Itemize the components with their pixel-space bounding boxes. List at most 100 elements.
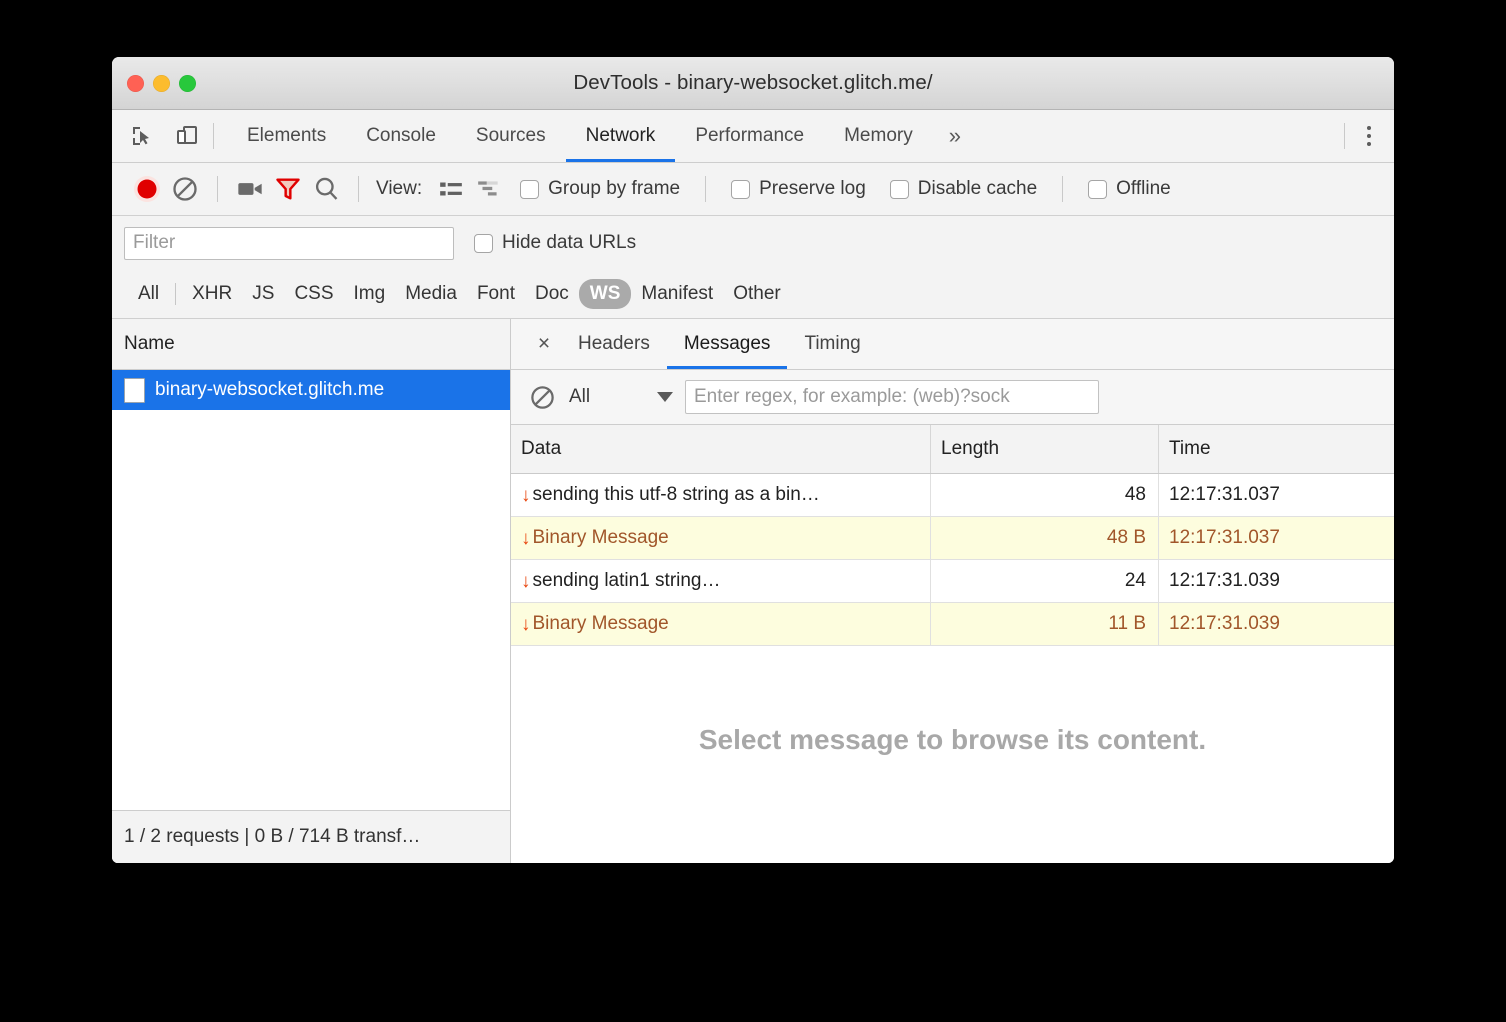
network-toolbar: View: Group by frame Preserve log: [112, 163, 1394, 216]
zoom-window-button[interactable]: [179, 75, 196, 92]
hide-data-urls-label: Hide data URLs: [502, 232, 636, 254]
column-header-time[interactable]: Time: [1159, 425, 1394, 473]
more-tabs-icon[interactable]: »: [933, 110, 977, 162]
minimize-window-button[interactable]: [153, 75, 170, 92]
table-row[interactable]: ↓ sending latin1 string… 24 12:17:31.039: [511, 560, 1394, 603]
search-icon[interactable]: [307, 170, 345, 208]
window-titlebar: DevTools - binary-websocket.glitch.me/: [112, 57, 1394, 110]
clear-messages-icon[interactable]: [527, 382, 557, 412]
type-chip-js[interactable]: JS: [242, 279, 284, 309]
type-chip-xhr[interactable]: XHR: [182, 279, 242, 309]
device-toolbar-icon[interactable]: [174, 123, 200, 149]
tabbar-right-group: [1331, 110, 1394, 162]
message-regex-input[interactable]: [685, 380, 1099, 414]
document-icon: [124, 378, 145, 403]
resource-type-filters: All XHR JS CSS Img Media Font Doc WS Man…: [112, 270, 1394, 319]
disable-cache-checkbox[interactable]: [890, 180, 909, 199]
message-data-cell: ↓ sending latin1 string…: [511, 560, 931, 602]
tab-sources-label: Sources: [476, 125, 546, 147]
tab-network-label: Network: [586, 125, 656, 147]
table-row[interactable]: ↓ Binary Message 48 B 12:17:31.037: [511, 517, 1394, 560]
clear-icon[interactable]: [166, 170, 204, 208]
arrow-down-icon: ↓: [521, 486, 531, 505]
type-chip-img[interactable]: Img: [344, 279, 396, 309]
table-row[interactable]: ↓ sending this utf-8 string as a bin… 48…: [511, 474, 1394, 517]
window-title: DevTools - binary-websocket.glitch.me/: [112, 71, 1394, 95]
messages-table: Data Length Time ↓ sending this utf-8 st…: [511, 425, 1394, 646]
type-chip-divider: [175, 283, 176, 305]
hide-data-urls-checkbox[interactable]: [474, 234, 493, 253]
message-kind-label[interactable]: All: [569, 386, 645, 408]
checkbox-preserve-log[interactable]: Preserve log: [719, 178, 878, 200]
waterfall-view-icon[interactable]: [470, 170, 508, 208]
column-header-data[interactable]: Data: [511, 425, 931, 473]
offline-label: Offline: [1116, 178, 1171, 200]
message-length-cell: 48 B: [931, 517, 1159, 559]
empty-state-message: Select message to browse its content.: [511, 646, 1394, 863]
checkbox-offline[interactable]: Offline: [1076, 178, 1183, 200]
tab-messages[interactable]: Messages: [667, 319, 788, 369]
capture-screenshots-icon[interactable]: [231, 170, 269, 208]
tab-performance[interactable]: Performance: [675, 110, 824, 162]
message-time-cell: 12:17:31.037: [1159, 517, 1394, 559]
filter-funnel-icon[interactable]: [269, 170, 307, 208]
type-chip-media[interactable]: Media: [395, 279, 467, 309]
toolbar-divider-4: [1062, 176, 1063, 202]
message-length-cell: 48: [931, 474, 1159, 516]
type-chip-all[interactable]: All: [128, 279, 169, 309]
devtools-window: DevTools - binary-websocket.glitch.me/ E…: [112, 57, 1394, 863]
tabbar-icon-group: [112, 110, 200, 162]
table-row[interactable]: ↓ Binary Message 11 B 12:17:31.039: [511, 603, 1394, 646]
type-chip-manifest[interactable]: Manifest: [631, 279, 723, 309]
tab-headers[interactable]: Headers: [561, 319, 667, 369]
messages-table-header: Data Length Time: [511, 425, 1394, 474]
arrow-down-icon: ↓: [521, 572, 531, 591]
message-data-text: sending latin1 string…: [533, 570, 721, 592]
tab-console-label: Console: [366, 125, 436, 147]
close-window-button[interactable]: [127, 75, 144, 92]
requests-list: binary-websocket.glitch.me: [112, 370, 510, 810]
tab-elements[interactable]: Elements: [227, 110, 346, 162]
checkbox-disable-cache[interactable]: Disable cache: [878, 178, 1049, 200]
arrow-down-icon: ↓: [521, 529, 531, 548]
message-length-cell: 11 B: [931, 603, 1159, 645]
chevron-down-icon[interactable]: [657, 392, 673, 402]
tab-network[interactable]: Network: [566, 110, 676, 162]
tab-memory[interactable]: Memory: [824, 110, 933, 162]
column-header-length[interactable]: Length: [931, 425, 1159, 473]
record-button-icon[interactable]: [128, 170, 166, 208]
detail-tabbar: × Headers Messages Timing: [511, 319, 1394, 370]
type-chip-font[interactable]: Font: [467, 279, 525, 309]
tab-elements-label: Elements: [247, 125, 326, 147]
filter-input[interactable]: [124, 227, 454, 260]
request-name: binary-websocket.glitch.me: [155, 379, 384, 401]
checkbox-group-by-frame[interactable]: Group by frame: [508, 178, 692, 200]
tab-console[interactable]: Console: [346, 110, 456, 162]
detail-pane: × Headers Messages Timing All Data: [511, 319, 1394, 863]
toolbar-divider-1: [217, 176, 218, 202]
network-body: Name binary-websocket.glitch.me 1 / 2 re…: [112, 319, 1394, 863]
kebab-menu-icon[interactable]: [1358, 126, 1380, 146]
type-chip-ws[interactable]: WS: [579, 279, 632, 309]
arrow-down-icon: ↓: [521, 615, 531, 634]
network-filter-bar: Hide data URLs: [112, 216, 1394, 270]
list-view-icon[interactable]: [432, 170, 470, 208]
list-item[interactable]: binary-websocket.glitch.me: [112, 370, 510, 410]
type-chip-other[interactable]: Other: [723, 279, 791, 309]
group-by-frame-label: Group by frame: [548, 178, 680, 200]
tab-timing[interactable]: Timing: [787, 319, 877, 369]
type-chip-css[interactable]: CSS: [284, 279, 343, 309]
message-time-cell: 12:17:31.039: [1159, 560, 1394, 602]
message-length-cell: 24: [931, 560, 1159, 602]
preserve-log-checkbox[interactable]: [731, 180, 750, 199]
message-time-cell: 12:17:31.039: [1159, 603, 1394, 645]
offline-checkbox[interactable]: [1088, 180, 1107, 199]
devtools-panel-tabs: Elements Console Sources Network Perform…: [227, 110, 977, 162]
type-chip-doc[interactable]: Doc: [525, 279, 579, 309]
checkbox-hide-data-urls[interactable]: Hide data URLs: [454, 232, 648, 254]
tab-sources[interactable]: Sources: [456, 110, 566, 162]
inspect-element-icon[interactable]: [129, 123, 155, 149]
disable-cache-label: Disable cache: [918, 178, 1037, 200]
close-icon[interactable]: ×: [527, 319, 561, 369]
group-by-frame-checkbox[interactable]: [520, 180, 539, 199]
